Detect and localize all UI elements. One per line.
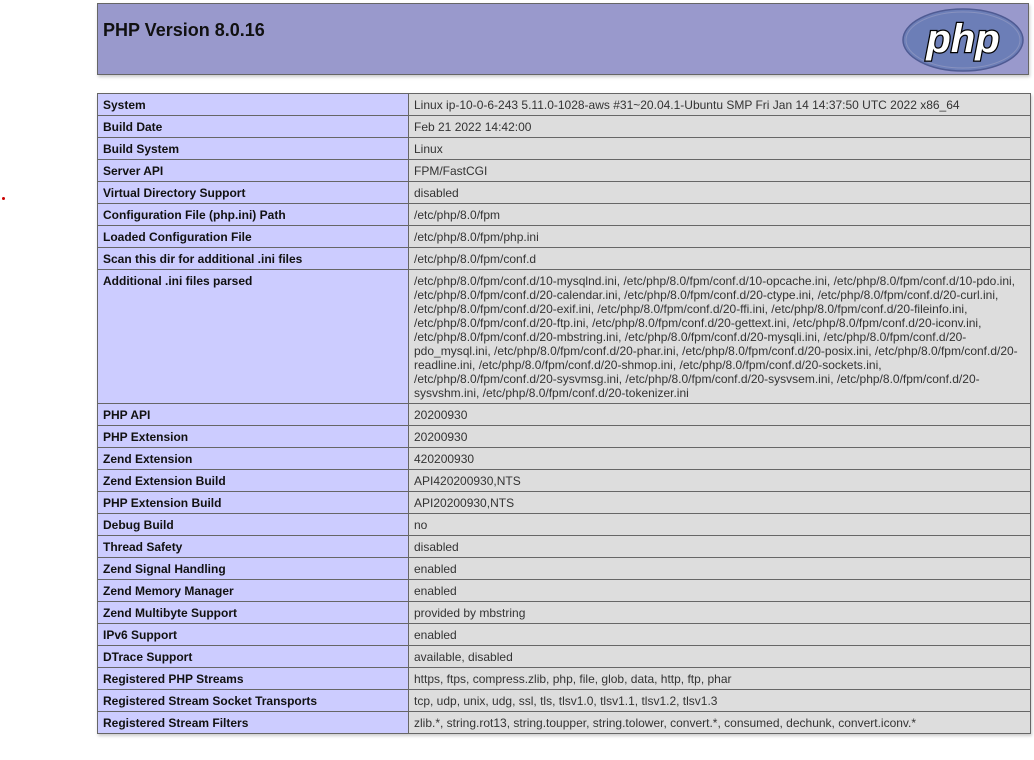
- table-row: Zend Signal Handling enabled: [97, 557, 1031, 580]
- row-value: 20200930: [408, 425, 1031, 448]
- row-key: Zend Extension: [97, 447, 409, 470]
- row-key: Zend Multibyte Support: [97, 601, 409, 624]
- table-row: Zend Extension Build API420200930,NTS: [97, 469, 1031, 492]
- row-value: no: [408, 513, 1031, 536]
- table-row: Zend Memory Manager enabled: [97, 579, 1031, 602]
- row-key: Registered PHP Streams: [97, 667, 409, 690]
- table-row: Registered Stream Filters zlib.*, string.…: [97, 711, 1031, 734]
- row-key: Zend Signal Handling: [97, 557, 409, 580]
- table-row: Additional .ini files parsed/etc/php/8.0…: [97, 269, 1031, 404]
- row-key: Zend Memory Manager: [97, 579, 409, 602]
- php-logo: php: [902, 8, 1024, 72]
- row-key: Build System: [97, 137, 409, 160]
- row-value: 20200930: [408, 403, 1031, 426]
- row-key: Debug Build: [97, 513, 409, 536]
- info-table: System Linux ip-10-0-6-243 5.11.0-1028-aw…: [97, 93, 1031, 734]
- row-value: Feb 21 2022 14:42:00: [408, 115, 1031, 138]
- row-key: PHP Extension Build: [97, 491, 409, 514]
- row-key: DTrace Support: [97, 645, 409, 668]
- row-key: Server API: [97, 159, 409, 182]
- row-value: https, ftps, compress.zlib, php, file, g…: [408, 667, 1031, 690]
- table-row: DTrace Support available, disabled: [97, 645, 1031, 668]
- row-key: System: [97, 93, 409, 116]
- table-row: Registered PHP Streams https, ftps, compr…: [97, 667, 1031, 690]
- row-value: Linux ip-10-0-6-243 5.11.0-1028-aws #31~…: [408, 93, 1031, 116]
- row-value: enabled: [408, 557, 1031, 580]
- table-row: Thread Safety disabled: [97, 535, 1031, 558]
- row-value: zlib.*, string.rot13, string.toupper, st…: [408, 711, 1031, 734]
- table-row: Scan this dir for additional .ini files /…: [97, 247, 1031, 270]
- row-key: Thread Safety: [97, 535, 409, 558]
- row-value: FPM/FastCGI: [408, 159, 1031, 182]
- table-row: Zend Multibyte Support provided by mbstri…: [97, 601, 1031, 624]
- table-row: PHP Extension Build API20200930,NTS: [97, 491, 1031, 514]
- table-row: Configuration File (php.ini) Path/etc/ph…: [97, 203, 1031, 226]
- row-key: Additional .ini files parsed: [97, 269, 409, 404]
- table-row: Registered Stream Socket Transports tcp, …: [97, 689, 1031, 712]
- row-value: /etc/php/8.0/fpm: [408, 203, 1031, 226]
- row-value: /etc/php/8.0/fpm/php.ini: [408, 225, 1031, 248]
- row-value: provided by mbstring: [408, 601, 1031, 624]
- row-value: API20200930,NTS: [408, 491, 1031, 514]
- info-table-body: System Linux ip-10-0-6-243 5.11.0-1028-aw…: [97, 93, 1031, 734]
- row-value: Linux: [408, 137, 1031, 160]
- row-value: /etc/php/8.0/fpm/conf.d: [408, 247, 1031, 270]
- table-row: PHP Extension 20200930: [97, 425, 1031, 448]
- table-row: Debug Build no: [97, 513, 1031, 536]
- table-row: IPv6 Support enabled: [97, 623, 1031, 646]
- table-row: Build Date Feb 21 2022 14:42:00: [97, 115, 1031, 138]
- row-value: tcp, udp, unix, udg, ssl, tls, tlsv1.0, …: [408, 689, 1031, 712]
- row-key: Build Date: [97, 115, 409, 138]
- stray-dot: [2, 197, 5, 200]
- row-value: 420200930: [408, 447, 1031, 470]
- table-row: Virtual Directory Support disabled: [97, 181, 1031, 204]
- row-key: Registered Stream Socket Transports: [97, 689, 409, 712]
- row-key: IPv6 Support: [97, 623, 409, 646]
- row-key: Scan this dir for additional .ini files: [97, 247, 409, 270]
- table-row: PHP API 20200930: [97, 403, 1031, 426]
- row-key: PHP Extension: [97, 425, 409, 448]
- row-value: API420200930,NTS: [408, 469, 1031, 492]
- phpinfo-header: PHP Version 8.0.16 php: [97, 3, 1029, 75]
- row-key: Registered Stream Filters: [97, 711, 409, 734]
- row-value: enabled: [408, 623, 1031, 646]
- table-row: Build System Linux: [97, 137, 1031, 160]
- row-key: Configuration File (php.ini) Path: [97, 203, 409, 226]
- row-value: /etc/php/8.0/fpm/conf.d/10-mysqlnd.ini, …: [408, 269, 1031, 404]
- table-row: Zend Extension 420200930: [97, 447, 1031, 470]
- row-value: disabled: [408, 181, 1031, 204]
- row-key: PHP API: [97, 403, 409, 426]
- page-title: PHP Version 8.0.16: [103, 20, 265, 40]
- row-key: Loaded Configuration File: [97, 225, 409, 248]
- table-row: Loaded Configuration File/etc/php/8.0/fp…: [97, 225, 1031, 248]
- php-logo-text: php: [925, 17, 999, 61]
- table-row: System Linux ip-10-0-6-243 5.11.0-1028-aw…: [97, 93, 1031, 116]
- row-value: disabled: [408, 535, 1031, 558]
- table-row: Server API FPM/FastCGI: [97, 159, 1031, 182]
- row-value: available, disabled: [408, 645, 1031, 668]
- row-key: Virtual Directory Support: [97, 181, 409, 204]
- row-key: Zend Extension Build: [97, 469, 409, 492]
- row-value: enabled: [408, 579, 1031, 602]
